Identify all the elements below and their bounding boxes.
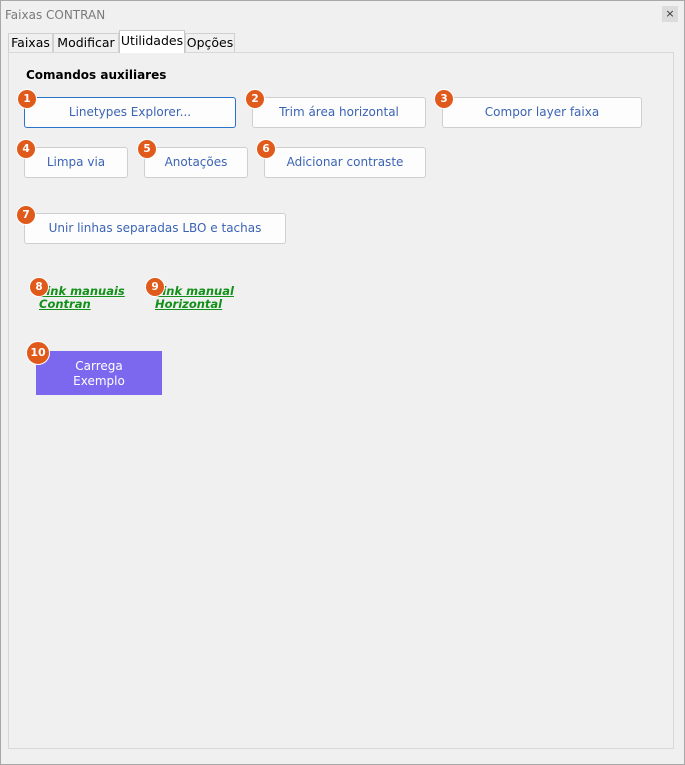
- unir-linhas-button[interactable]: Unir linhas separadas LBO e tachas: [24, 213, 286, 244]
- close-button[interactable]: ×: [662, 6, 678, 22]
- step-badge-9: 9: [145, 277, 165, 297]
- step-badge-4: 4: [16, 139, 36, 159]
- link-horizontal-line1: Link manual: [155, 284, 234, 298]
- carrega-line2: Exemplo: [73, 374, 125, 388]
- step-badge-6: 6: [256, 139, 276, 159]
- step-badge-7: 7: [16, 205, 36, 225]
- link-manuais-line1: Link manuais: [39, 284, 125, 298]
- link-manuais-line2: Contran: [39, 297, 91, 311]
- link-horizontal-line2: Horizontal: [155, 297, 223, 311]
- step-badge-1: 1: [17, 89, 37, 109]
- linetypes-explorer-button[interactable]: Linetypes Explorer...: [24, 97, 236, 128]
- link-manual-horizontal[interactable]: Link manual Horizontal: [155, 285, 234, 311]
- step-badge-8: 8: [29, 277, 49, 297]
- limpa-via-button[interactable]: Limpa via: [24, 147, 128, 178]
- tab-faixas[interactable]: Faixas: [8, 33, 53, 52]
- carrega-line1: Carrega: [75, 359, 123, 373]
- tab-utilidades[interactable]: Utilidades: [119, 30, 185, 53]
- title-bar: Faixas CONTRAN ×: [1, 1, 684, 29]
- link-manuais-contran[interactable]: Link manuais Contran: [39, 285, 125, 311]
- step-badge-10: 10: [26, 341, 50, 365]
- trim-area-horizontal-button[interactable]: Trim área horizontal: [252, 97, 426, 128]
- step-badge-5: 5: [137, 139, 157, 159]
- compor-layer-faixa-button[interactable]: Compor layer faixa: [442, 97, 642, 128]
- step-badge-2: 2: [245, 89, 265, 109]
- carrega-exemplo-button[interactable]: Carrega Exemplo: [36, 351, 162, 395]
- tab-opcoes[interactable]: Opções: [185, 33, 235, 52]
- tab-modificar[interactable]: Modificar: [53, 33, 119, 52]
- section-title: Comandos auxiliares: [26, 68, 167, 82]
- anotacoes-button[interactable]: Anotações: [144, 147, 248, 178]
- adicionar-contraste-button[interactable]: Adicionar contraste: [264, 147, 426, 178]
- step-badge-3: 3: [434, 89, 454, 109]
- window-title: Faixas CONTRAN: [5, 8, 106, 22]
